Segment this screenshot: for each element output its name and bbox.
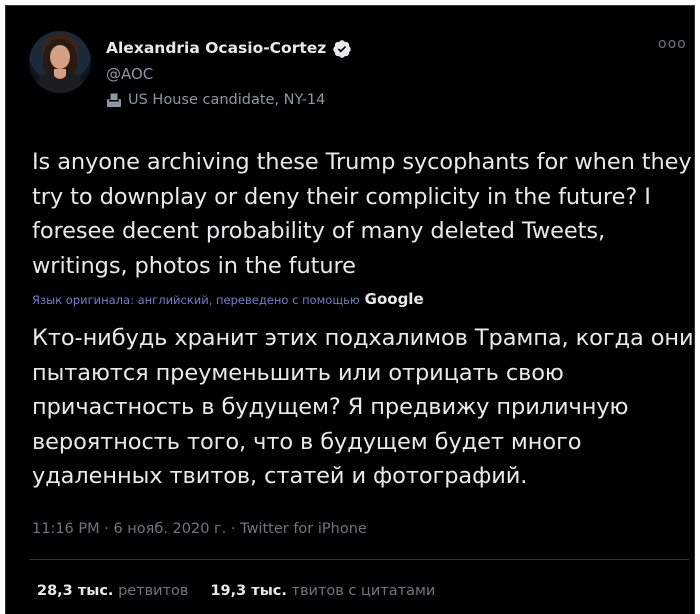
tweet-translation: Кто-нибудь хранит этих подхалимов Трампа… bbox=[32, 325, 694, 489]
more-options-icon[interactable]: ooo bbox=[658, 36, 687, 52]
retweets-label: ретвитов bbox=[118, 583, 189, 599]
ballot-box-icon bbox=[107, 92, 121, 107]
retweets-count: 28,3 тыс. bbox=[37, 583, 114, 599]
avatar-face bbox=[50, 45, 70, 69]
tweet-text: Is anyone archiving these Trump sycophan… bbox=[32, 149, 692, 279]
quotes-label: твитов с цитатами bbox=[291, 583, 436, 599]
author-avatar[interactable] bbox=[29, 31, 91, 93]
quotes-count: 19,3 тыс. bbox=[210, 583, 287, 599]
author-name[interactable]: Alexandria Ocasio-Cortez bbox=[106, 39, 326, 57]
author-label: US House candidate, NY-14 bbox=[106, 92, 325, 108]
stats-divider bbox=[29, 559, 689, 560]
avatar-neck bbox=[54, 69, 66, 79]
author-label-text: US House candidate, NY-14 bbox=[128, 92, 326, 108]
google-logo: Google bbox=[364, 290, 424, 308]
translation-note: Язык оригинала: английский, переведено с… bbox=[32, 293, 360, 307]
quotes-stat[interactable]: 19,3 тыс. твитов с цитатами bbox=[210, 583, 435, 599]
tweet-card: Alexandria Ocasio-Cortez @AOC US House c… bbox=[5, 5, 695, 614]
translation-attribution[interactable]: Язык оригинала: английский, переведено с… bbox=[32, 290, 424, 308]
verified-badge-icon bbox=[333, 40, 351, 58]
tweet-stats: 28,3 тыс. ретвитов 19,3 тыс. твитов с цит… bbox=[37, 583, 435, 599]
author-handle[interactable]: @AOC bbox=[106, 65, 153, 83]
retweets-stat[interactable]: 28,3 тыс. ретвитов bbox=[37, 583, 188, 599]
tweet-timestamp[interactable]: 11:16 PM · 6 нояб. 2020 г. · Twitter for… bbox=[32, 521, 367, 537]
